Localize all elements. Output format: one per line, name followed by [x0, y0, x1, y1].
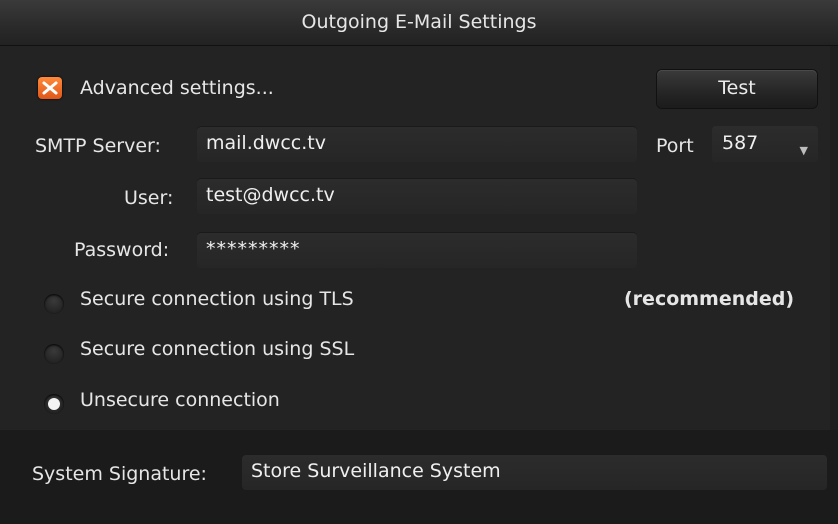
tls-radio[interactable]: [44, 294, 64, 314]
email-settings-dialog: Outgoing E-Mail Settings Advanced settin…: [0, 0, 838, 524]
smtp-server-input[interactable]: mail.dwcc.tv: [197, 126, 637, 162]
port-value: 587: [722, 132, 759, 154]
ssl-radio[interactable]: [44, 344, 64, 364]
signature-panel: System Signature: Store Surveillance Sys…: [0, 430, 838, 524]
dialog-title: Outgoing E-Mail Settings: [301, 11, 537, 33]
advanced-settings-label[interactable]: Advanced settings...: [80, 77, 274, 99]
port-label: Port: [656, 135, 694, 157]
password-label: Password:: [74, 239, 170, 261]
unsecure-radio[interactable]: [44, 394, 64, 414]
advanced-settings-checkbox[interactable]: [38, 77, 62, 99]
ssl-option-label[interactable]: Secure connection using SSL: [80, 338, 354, 360]
system-signature-label: System Signature:: [32, 463, 207, 485]
system-signature-input[interactable]: Store Surveillance System: [242, 454, 827, 490]
smtp-server-label: SMTP Server:: [35, 135, 161, 157]
chevron-down-icon[interactable]: ▼: [800, 134, 808, 168]
user-input[interactable]: test@dwcc.tv: [197, 178, 637, 214]
user-label: User:: [124, 187, 174, 209]
recommended-note: (recommended): [624, 288, 795, 310]
unsecure-option-label[interactable]: Unsecure connection: [80, 389, 280, 411]
title-bar: Outgoing E-Mail Settings: [0, 0, 838, 46]
port-select[interactable]: 587 ▼: [712, 126, 818, 162]
test-button[interactable]: Test: [657, 70, 817, 108]
tls-option-label[interactable]: Secure connection using TLS: [80, 288, 354, 310]
password-input[interactable]: *********: [197, 232, 637, 268]
settings-panel: Advanced settings... Test SMTP Server: m…: [0, 46, 830, 430]
x-check-icon: [42, 81, 58, 95]
